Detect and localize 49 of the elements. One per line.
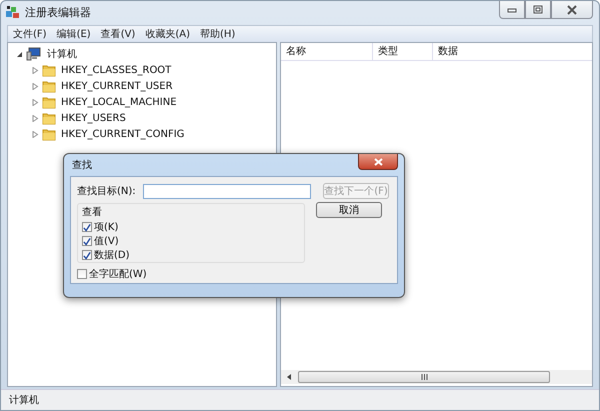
window-title: 注册表编辑器 [25,4,91,20]
grip-icon [420,374,428,380]
checkbox-label: 值(V) [94,235,119,248]
folder-icon [42,128,56,140]
folder-icon [42,96,56,108]
checkbox-label: 项(K) [94,221,118,234]
field-label: 查找目标(N): [77,184,137,198]
menu-item[interactable]: 帮助(H) [195,27,240,41]
menu-item[interactable]: 查看(V) [96,27,140,41]
expand-arrow-icon[interactable] [16,50,23,58]
tree-item[interactable]: HKEY_CURRENT_CONFIG [61,128,184,140]
close-icon [374,158,382,166]
tree-item[interactable]: HKEY_CURRENT_USER [61,80,173,92]
menu-item[interactable]: 文件(F) [8,27,52,41]
folder-icon [42,112,56,124]
search-field[interactable] [143,184,311,198]
registry-icon [5,4,21,20]
minimize-button[interactable] [499,1,525,19]
folder-icon [42,64,56,76]
tree-item[interactable]: HKEY_LOCAL_MACHINE [61,96,177,108]
group-label: 查看 [82,206,103,219]
checkbox[interactable] [82,222,92,232]
checkbox-label: 数据(D) [94,249,130,262]
close-button[interactable] [358,154,398,170]
checkbox[interactable] [82,250,92,260]
column-header[interactable]: 数据 [433,43,592,60]
maximize-icon [533,5,543,14]
folder-icon [42,80,56,92]
column-header[interactable]: 名称 [281,43,373,60]
checkbox[interactable] [77,269,87,279]
column-header[interactable]: 类型 [373,43,433,60]
tree-item[interactable]: HKEY_CLASSES_ROOT [61,64,172,76]
cancel-button[interactable]: 取消 [316,202,382,218]
horizontal-scrollbar[interactable] [281,370,592,384]
tree-item[interactable]: HKEY_USERS [61,112,126,124]
menu-item[interactable]: 编辑(E) [52,27,96,41]
scroll-left-arrow-icon[interactable] [287,374,292,380]
minimize-icon [507,6,517,12]
maximize-button[interactable] [525,1,551,19]
tree-item[interactable]: 计算机 [47,47,77,61]
close-button[interactable] [551,1,593,19]
close-icon [567,4,577,14]
checkbox[interactable] [82,236,92,246]
scrollbar-thumb[interactable] [298,371,550,383]
dialog-title: 查找 [72,158,92,172]
status-text: 计算机 [9,394,39,407]
computer-icon [26,47,42,61]
checkbox-label: 全字匹配(W) [89,268,147,281]
menu-item[interactable]: 收藏夹(A) [140,27,195,41]
